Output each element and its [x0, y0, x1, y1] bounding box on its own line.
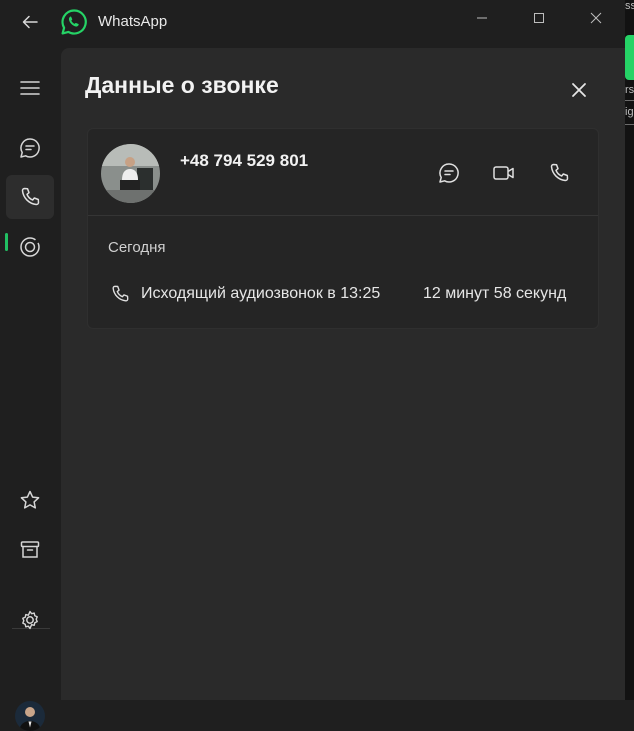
whatsapp-window: WhatsApp Данные о звонке +48 794 529 801…: [0, 0, 625, 731]
contact-avatar[interactable]: [101, 144, 160, 203]
rail-item-settings[interactable]: [6, 598, 54, 642]
contact-photo: [101, 144, 160, 203]
close-icon: [572, 83, 586, 97]
chat-icon: [20, 138, 40, 158]
gear-icon: [22, 610, 38, 630]
close-icon: [590, 12, 602, 24]
back-button[interactable]: [14, 8, 46, 36]
video-call-icon: [493, 166, 514, 180]
profile-avatar[interactable]: [15, 701, 45, 731]
profile-photo: [15, 701, 45, 731]
contact-phone-number: +48 794 529 801: [180, 151, 309, 170]
close-window-button[interactable]: [578, 4, 614, 32]
contact-header: +48 794 529 801: [88, 129, 598, 216]
page-title: Данные о звонке: [85, 72, 279, 98]
rail-item-chats[interactable]: [6, 126, 54, 170]
rail-item-archived[interactable]: [6, 528, 54, 572]
history-day-label: Сегодня: [108, 239, 166, 256]
rail-item-calls[interactable]: [6, 175, 54, 219]
maximize-button[interactable]: [521, 4, 557, 32]
maximize-icon: [534, 13, 544, 23]
star-icon: [20, 490, 40, 509]
voice-call-icon: [550, 163, 569, 182]
edge-text-3: ig: [625, 106, 634, 118]
close-panel-button[interactable]: [563, 74, 595, 106]
archive-icon: [20, 541, 40, 558]
video-call-button[interactable]: [488, 157, 520, 189]
rail-item-starred[interactable]: [6, 478, 54, 522]
call-description: Исходящий аудиозвонок в 13:25: [141, 285, 381, 302]
call-details-panel: Данные о звонке +48 794 529 801 Сегодня …: [61, 48, 625, 700]
minimize-button[interactable]: [464, 4, 500, 32]
call-card: +48 794 529 801 Сегодня Исходящий аудиоз…: [87, 128, 599, 329]
app-title: WhatsApp: [98, 13, 168, 30]
title-bar: WhatsApp: [0, 0, 625, 44]
edge-text-2: rs: [625, 84, 634, 96]
arrow-left-icon: [22, 15, 38, 29]
phone-icon: [112, 285, 129, 302]
call-history-row: Исходящий аудиозвонок в 13:25 12 минут 5…: [106, 279, 586, 309]
hamburger-icon: [20, 81, 40, 95]
voice-call-button[interactable]: [543, 157, 575, 189]
edge-divider: [625, 100, 634, 101]
status-icon: [20, 237, 40, 257]
minimize-icon: [477, 17, 487, 19]
edge-divider: [625, 124, 634, 125]
menu-button[interactable]: [6, 66, 54, 110]
background-window-fragment: ss rs ig: [625, 0, 634, 700]
message-button[interactable]: [433, 157, 465, 189]
edge-text-1: ss: [625, 0, 634, 12]
rail-item-status[interactable]: [6, 225, 54, 269]
navigation-rail: [0, 44, 60, 731]
phone-icon: [21, 187, 40, 206]
message-icon: [439, 163, 459, 183]
whatsapp-logo-icon: [61, 9, 87, 35]
call-duration: 12 минут 58 секунд: [423, 285, 567, 302]
whatsapp-fragment-icon: [625, 35, 634, 80]
